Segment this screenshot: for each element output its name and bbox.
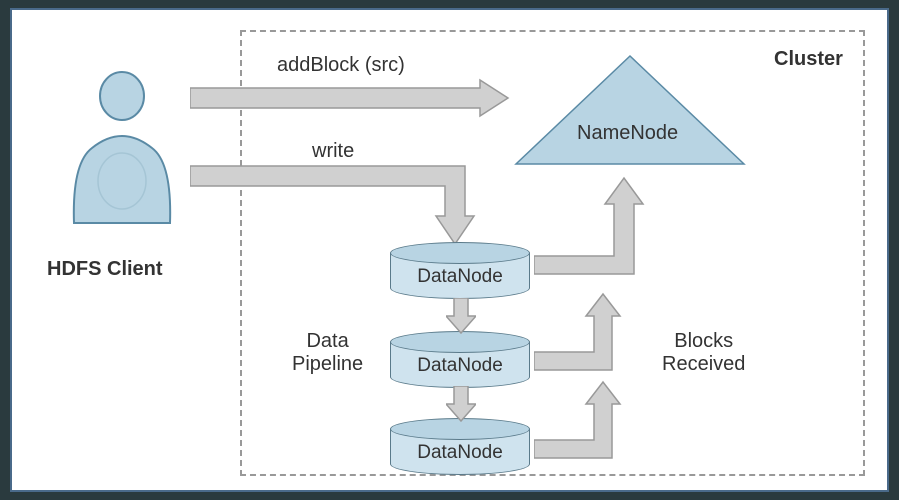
person-icon <box>62 68 182 228</box>
diagram-canvas: HDFS Client Cluster NameNode addBlock (s… <box>12 10 887 490</box>
datanode-2: DataNode <box>390 331 530 387</box>
arrow-addblock-label: addBlock (src) <box>277 54 405 77</box>
datanode-label: DataNode <box>390 355 530 377</box>
namenode-label: NameNode <box>577 122 678 145</box>
datanode-1: DataNode <box>390 242 530 298</box>
cluster-label: Cluster <box>774 48 843 71</box>
datanode-label: DataNode <box>390 442 530 464</box>
pipeline-label: Data Pipeline <box>292 330 363 376</box>
client-label: HDFS Client <box>47 258 163 281</box>
datanode-3: DataNode <box>390 418 530 474</box>
cluster-box <box>240 30 865 476</box>
arrow-write-label: write <box>312 140 354 163</box>
blocks-received-label: Blocks Received <box>662 330 745 376</box>
datanode-label: DataNode <box>390 266 530 288</box>
